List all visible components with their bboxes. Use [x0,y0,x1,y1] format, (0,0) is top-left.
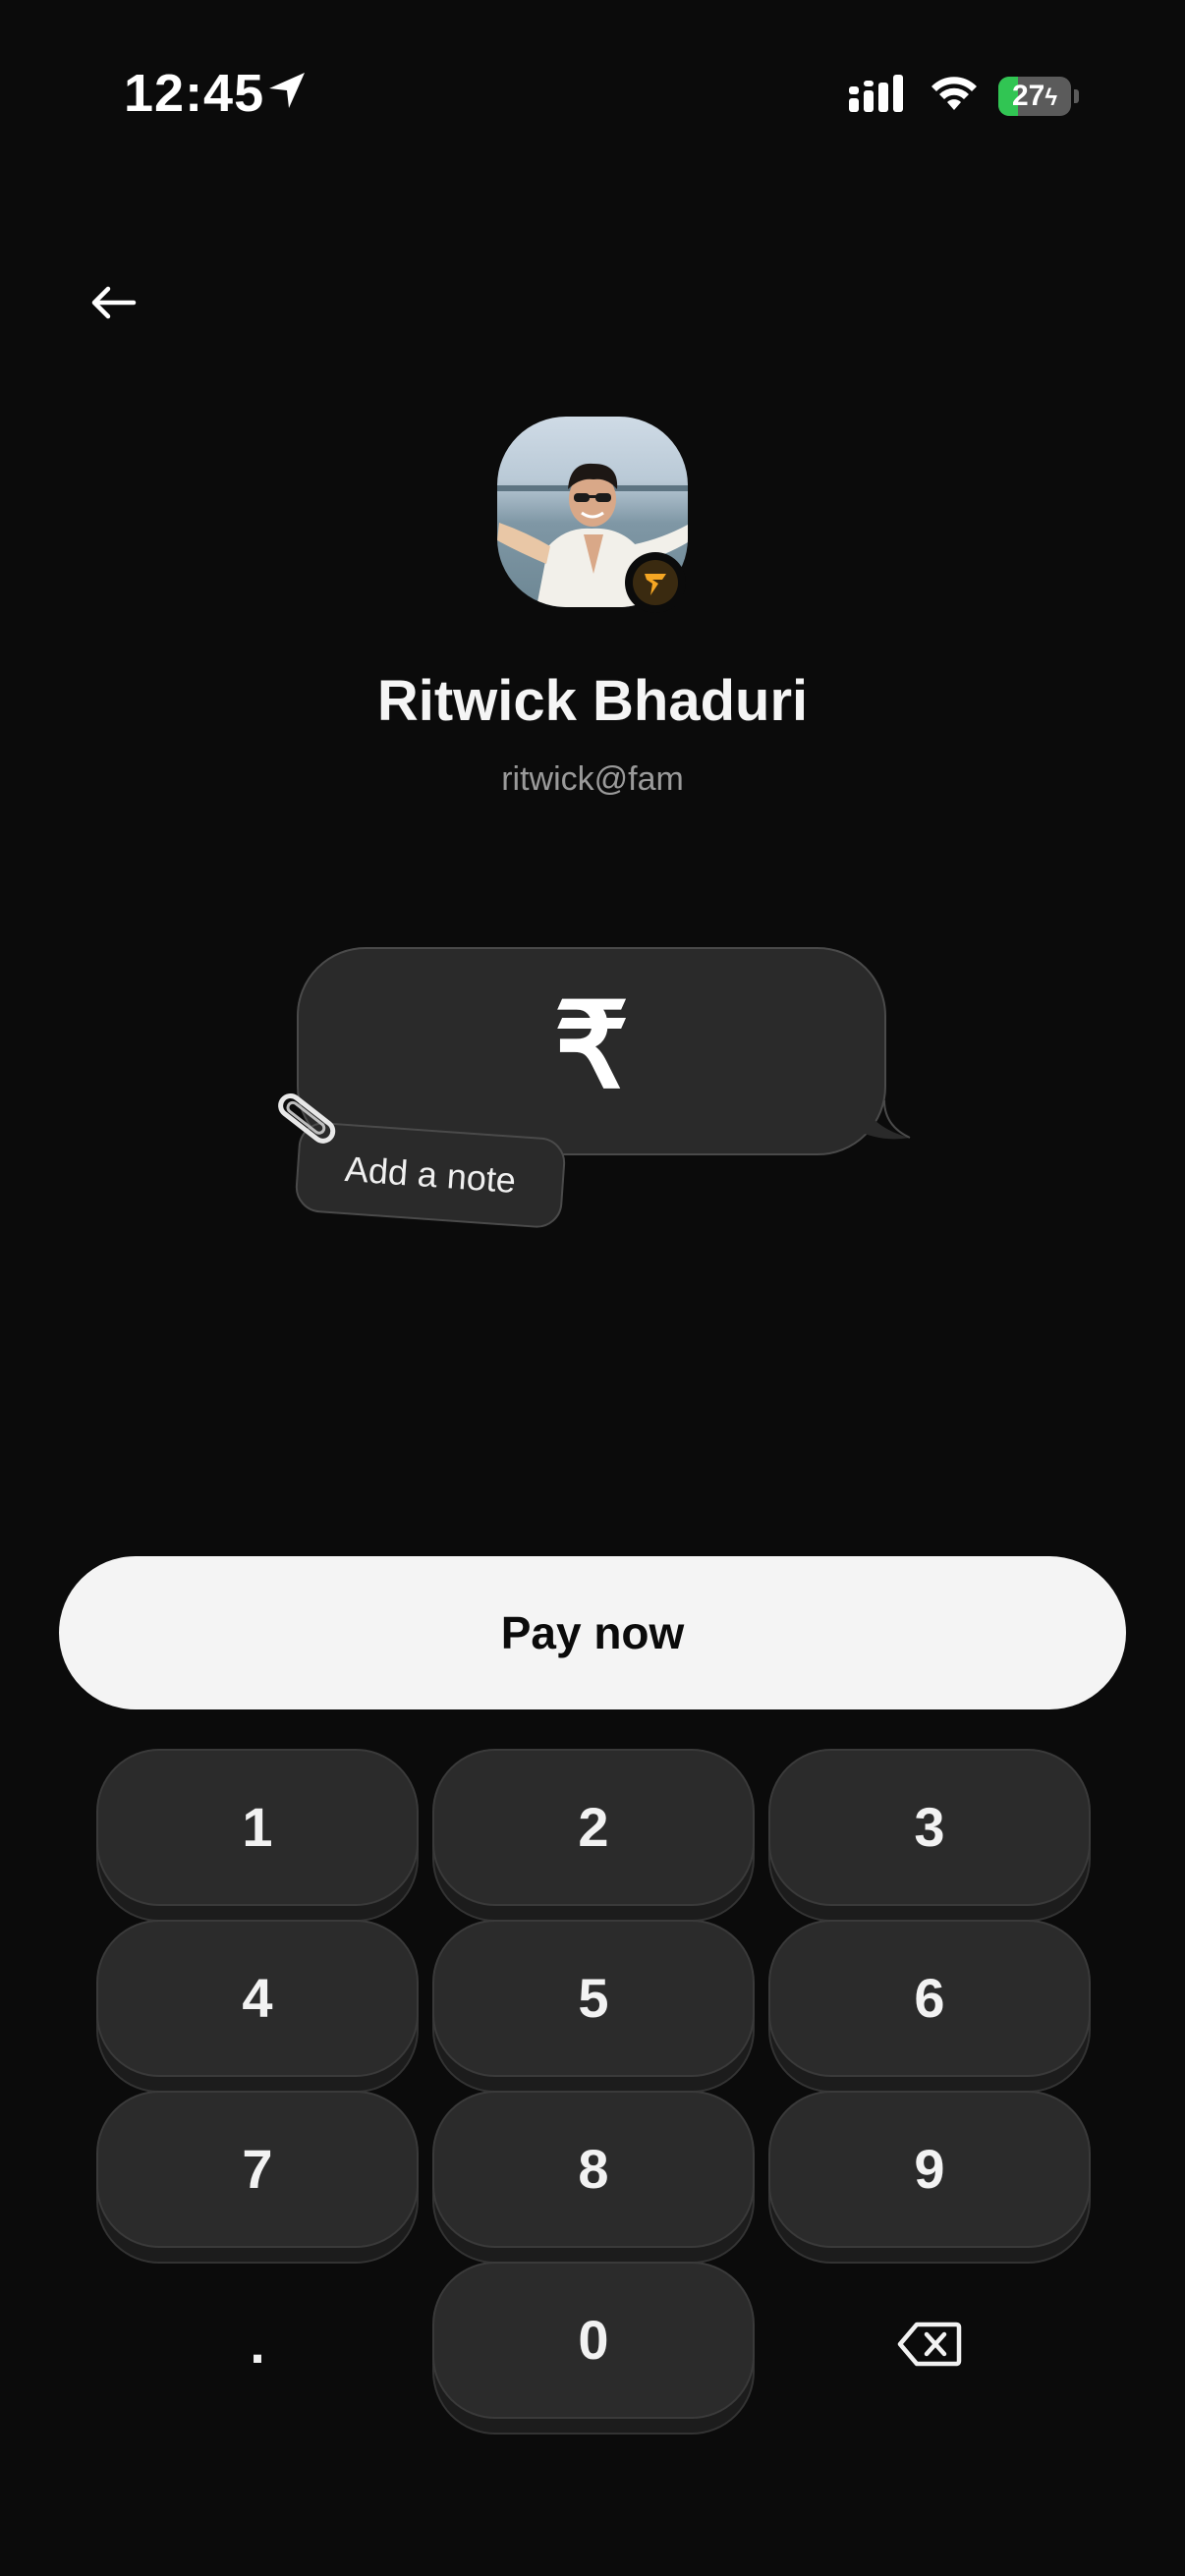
battery-percent: 27ϟ [1011,80,1058,112]
keypad-key-decimal[interactable]: . [96,2266,419,2423]
keypad-backspace-button[interactable] [768,2262,1091,2419]
location-arrow-icon [269,73,305,108]
keypad-key-label: 7 [96,2091,419,2248]
keypad-key-label: 8 [432,2091,755,2248]
keypad-key-label: 4 [96,1920,419,2077]
keypad-key-label: 2 [432,1749,755,1906]
battery-indicator: 27ϟ [998,77,1079,116]
pay-now-button[interactable]: Pay now [59,1556,1126,1709]
keypad-key-label: 1 [96,1749,419,1906]
back-button[interactable] [79,271,147,340]
charging-bolt-icon: ϟ [1044,84,1058,111]
status-bar: 12:45 27ϟ [0,0,1185,196]
keypad-key-0[interactable]: 0 [432,2262,755,2435]
keypad-key-2[interactable]: 2 [432,1749,755,1922]
status-time: 12:45 [124,64,265,123]
paperclip-icon [278,1092,336,1144]
wifi-icon [931,77,977,110]
currency-symbol: ₹ [553,980,630,1112]
keypad-key-9[interactable]: 9 [768,2091,1091,2264]
recipient-handle: ritwick@fam [501,760,684,798]
arrow-left-icon [91,286,137,319]
keypad-key-label: 0 [432,2262,755,2419]
keypad-key-5[interactable]: 5 [432,1920,755,2093]
keypad-key-8[interactable]: 8 [432,2091,755,2264]
keypad-key-1[interactable]: 1 [96,1749,419,1922]
keypad-key-label: 6 [768,1920,1091,2077]
keypad-key-label: 9 [768,2091,1091,2248]
keypad-key-6[interactable]: 6 [768,1920,1091,2093]
keypad-key-4[interactable]: 4 [96,1920,419,2093]
recipient-name: Ritwick Bhaduri [376,669,809,733]
recipient-avatar-wrap [497,417,688,613]
fampay-logo-icon [645,574,666,595]
keypad-key-3[interactable]: 3 [768,1749,1091,1922]
backspace-icon [897,2322,962,2367]
cellular-signal-icon [849,75,903,112]
keypad-key-label: 5 [432,1920,755,2077]
keypad-key-label: 3 [768,1749,1091,1906]
keypad-key-7[interactable]: 7 [96,2091,419,2264]
fampay-badge [625,552,686,613]
